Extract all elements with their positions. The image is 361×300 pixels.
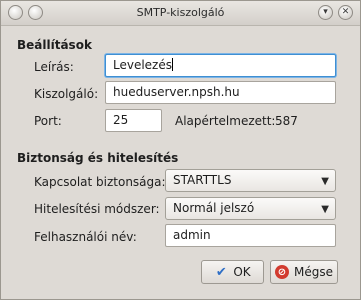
default-port-value: 587 — [275, 114, 298, 128]
port-value: 25 — [113, 113, 129, 127]
chevron-down-icon: ▼ — [321, 204, 329, 215]
username-value: admin — [173, 228, 211, 242]
port-input[interactable]: 25 — [105, 109, 162, 132]
auth-method-select[interactable]: Normál jelszó ▼ — [165, 197, 336, 220]
description-input[interactable]: Levelezés — [105, 54, 336, 77]
server-input[interactable]: hueduserver.npsh.hu — [105, 81, 336, 104]
close-button[interactable]: ✕ — [338, 5, 353, 20]
description-label: Leírás: — [34, 60, 74, 74]
connection-security-value: STARTTLS — [173, 173, 232, 187]
smtp-server-dialog: SMTP-kiszolgáló ▾ ✕ Beállítások Leírás: … — [0, 0, 361, 300]
cancel-button[interactable]: ⊘ Mégse — [270, 260, 338, 284]
security-heading: Biztonság és hitelesítés — [17, 151, 179, 165]
check-icon: ✔ — [215, 264, 227, 280]
cancel-icon: ⊘ — [275, 265, 289, 279]
server-label: Kiszolgáló: — [34, 87, 99, 101]
ok-label: OK — [233, 265, 251, 279]
ok-button[interactable]: ✔ OK — [201, 260, 264, 284]
auth-method-value: Normál jelszó — [173, 201, 255, 215]
text-caret — [172, 58, 173, 71]
username-label: Felhasználói név: — [34, 230, 137, 244]
connection-security-label: Kapcsolat biztonsága: — [34, 175, 166, 189]
minimize-button[interactable]: ▾ — [318, 5, 333, 20]
chevron-down-icon: ▼ — [321, 176, 329, 187]
port-label: Port: — [34, 114, 62, 128]
server-value: hueduserver.npsh.hu — [113, 85, 240, 99]
cancel-label: Mégse — [294, 265, 333, 279]
auth-method-label: Hitelesítési módszer: — [34, 202, 160, 216]
chevron-down-icon: ▾ — [323, 7, 328, 17]
username-input[interactable]: admin — [165, 224, 336, 247]
description-value: Levelezés — [113, 58, 172, 72]
close-icon: ✕ — [341, 7, 350, 17]
window-title: SMTP-kiszolgáló — [136, 6, 225, 19]
connection-security-select[interactable]: STARTTLS ▼ — [165, 169, 336, 192]
title-bar: SMTP-kiszolgáló ▾ ✕ — [1, 1, 360, 26]
default-port-label: Alapértelmezett: — [175, 114, 276, 128]
settings-heading: Beállítások — [17, 38, 92, 52]
